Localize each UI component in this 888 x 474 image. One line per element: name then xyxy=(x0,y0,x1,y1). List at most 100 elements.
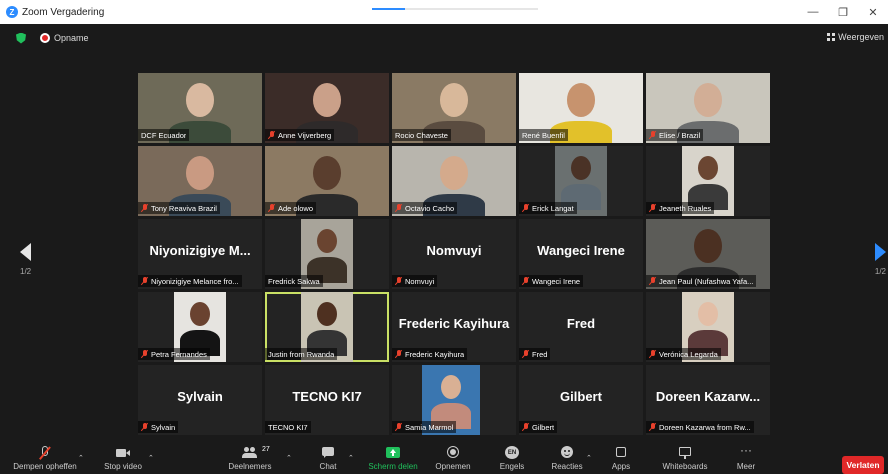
mic-off-icon xyxy=(141,422,149,432)
participant-tile[interactable]: TECNO KI7 TECNO KI7 xyxy=(265,365,389,435)
reactions-button[interactable]: Reacties xyxy=(544,442,590,474)
next-page-button[interactable]: 1/2 xyxy=(875,243,886,276)
participant-name: Jean Paul (Nufashwa Yafa... xyxy=(659,276,754,286)
loading-progress-bar xyxy=(372,8,538,10)
participant-tile[interactable]: René Buenfil xyxy=(519,73,643,143)
globe-language-icon: EN xyxy=(504,446,520,460)
participant-name-label: Justin from Rwanda xyxy=(265,348,338,360)
arrow-right-icon xyxy=(874,243,886,261)
participants-count: 27 xyxy=(262,446,270,453)
unmute-button[interactable]: Dempen opheffen xyxy=(6,442,84,474)
participant-tile[interactable]: Anne Vijverberg xyxy=(265,73,389,143)
participant-display-name: Niyonizigiye M... xyxy=(149,243,251,258)
participant-tile[interactable]: Octavio Cacho xyxy=(392,146,516,216)
participant-tile[interactable]: Elise / Brazil xyxy=(646,73,770,143)
participant-tile[interactable]: Verónica Legarda xyxy=(646,292,770,362)
chat-bubble-icon xyxy=(320,446,336,460)
chat-label: Chat xyxy=(319,462,337,471)
participant-tile[interactable]: Samia Marmol xyxy=(392,365,516,435)
participant-name: Samia Marmol xyxy=(405,422,454,432)
stop-video-label: Stop video xyxy=(104,462,142,471)
participant-tile[interactable]: Justin from Rwanda xyxy=(265,292,389,362)
participants-button[interactable]: 27 Deelnemers xyxy=(220,442,280,474)
mic-off-icon xyxy=(522,349,530,359)
participant-name-label: Jean Paul (Nufashwa Yafa... xyxy=(646,275,757,287)
participant-name-label: Tony Reaviva Brazil xyxy=(138,202,220,214)
previous-page-button[interactable]: 1/2 xyxy=(20,243,31,276)
participant-name: Verónica Legarda xyxy=(659,349,718,359)
recording-icon xyxy=(40,33,50,43)
mic-off-icon xyxy=(395,422,403,432)
reactions-options-chevron-icon[interactable]: ⌃ xyxy=(586,454,592,462)
page-indicator-left: 1/2 xyxy=(20,267,32,276)
audio-options-chevron-icon[interactable]: ⌃ xyxy=(78,454,84,462)
participant-tile[interactable]: DCF Ecuador xyxy=(138,73,262,143)
apps-button[interactable]: Apps xyxy=(604,442,638,474)
arrow-left-icon xyxy=(20,243,32,261)
participant-name: Erick Langat xyxy=(532,203,574,213)
mic-off-icon xyxy=(522,276,530,286)
share-screen-button[interactable]: Scherm delen xyxy=(362,442,424,474)
restore-button[interactable]: ❐ xyxy=(828,0,858,24)
participant-tile[interactable]: Doreen Kazarw... Doreen Kazarwa from Rw..… xyxy=(646,365,770,435)
participant-name: Tony Reaviva Brazil xyxy=(151,203,217,213)
mic-off-icon xyxy=(649,203,657,213)
participant-name-label: Doreen Kazarwa from Rw... xyxy=(646,421,754,433)
participant-tile[interactable]: Frederic Kayihura Frederic Kayihura xyxy=(392,292,516,362)
participant-tile[interactable]: Fredrick Sakwa xyxy=(265,219,389,289)
participant-name: Justin from Rwanda xyxy=(268,349,335,359)
participant-tile[interactable]: Petra Fernandes xyxy=(138,292,262,362)
participant-name: Petra Fernandes xyxy=(151,349,207,359)
participant-name-label: Fred xyxy=(519,348,551,360)
security-shield-icon[interactable] xyxy=(16,32,26,44)
recording-label: Opname xyxy=(54,33,89,43)
participant-name-label: Sylvain xyxy=(138,421,179,433)
participant-tile[interactable]: Erick Langat xyxy=(519,146,643,216)
participant-tile[interactable]: Jean Paul (Nufashwa Yafa... xyxy=(646,219,770,289)
participants-options-chevron-icon[interactable]: ⌃ xyxy=(286,454,292,462)
participant-name-label: Gilbert xyxy=(519,421,558,433)
apps-label: Apps xyxy=(611,462,631,471)
smiley-icon xyxy=(559,446,575,460)
chat-options-chevron-icon[interactable]: ⌃ xyxy=(348,454,354,462)
participant-name: Frederic Kayihura xyxy=(405,349,465,359)
leave-meeting-button[interactable]: Verlaten xyxy=(842,456,884,474)
participant-tile[interactable]: Ade olowo xyxy=(265,146,389,216)
minimize-button[interactable]: — xyxy=(798,0,828,24)
unmute-label: Dempen opheffen xyxy=(13,462,77,471)
more-button[interactable]: ··· Meer xyxy=(726,442,766,474)
video-camera-icon xyxy=(115,446,131,460)
more-label: Meer xyxy=(736,462,756,471)
gallery-stage: 1/2 1/2 DCF Ecuador Anne Vijverberg Rocio … xyxy=(0,48,888,442)
participant-name-label: Samia Marmol xyxy=(392,421,457,433)
close-button[interactable]: ✕ xyxy=(858,0,888,24)
participant-tile[interactable]: Wangeci Irene Wangeci Irene xyxy=(519,219,643,289)
participant-tile[interactable]: Sylvain Sylvain xyxy=(138,365,262,435)
language-interpretation-button[interactable]: EN Engels xyxy=(490,442,534,474)
participant-name-label: TECNO KI7 xyxy=(265,421,311,433)
participant-tile[interactable]: Jeaneth Ruales xyxy=(646,146,770,216)
mic-off-icon xyxy=(395,349,403,359)
chat-button[interactable]: Chat xyxy=(308,442,348,474)
meeting-status-bar: Opname Weergeven xyxy=(0,28,888,48)
whiteboards-button[interactable]: Whiteboards xyxy=(656,442,714,474)
participant-tile[interactable]: Fred Fred xyxy=(519,292,643,362)
participant-tile[interactable]: Gilbert Gilbert xyxy=(519,365,643,435)
title-bar: Z Zoom Vergadering — ❐ ✕ xyxy=(0,0,888,24)
participant-name: Wangeci Irene xyxy=(532,276,581,286)
view-button[interactable]: Weergeven xyxy=(827,32,884,42)
participant-tile[interactable]: Rocio Chaveste xyxy=(392,73,516,143)
participant-name-label: René Buenfil xyxy=(519,129,568,141)
participant-tile[interactable]: Tony Reaviva Brazil xyxy=(138,146,262,216)
participant-tile[interactable]: Niyonizigiye M... Niyonizigiye Melance fr… xyxy=(138,219,262,289)
page-indicator-right: 1/2 xyxy=(874,267,886,276)
mic-off-icon xyxy=(268,130,276,140)
mic-off-icon xyxy=(141,276,149,286)
video-options-chevron-icon[interactable]: ⌃ xyxy=(148,454,154,462)
record-button[interactable]: Opnemen xyxy=(428,442,478,474)
participant-display-name: Wangeci Irene xyxy=(537,243,625,258)
participant-tile[interactable]: Nomvuyi Nomvuyi xyxy=(392,219,516,289)
participant-name-label: Verónica Legarda xyxy=(646,348,721,360)
participant-display-name: Nomvuyi xyxy=(426,243,482,258)
stop-video-button[interactable]: Stop video xyxy=(98,442,148,474)
